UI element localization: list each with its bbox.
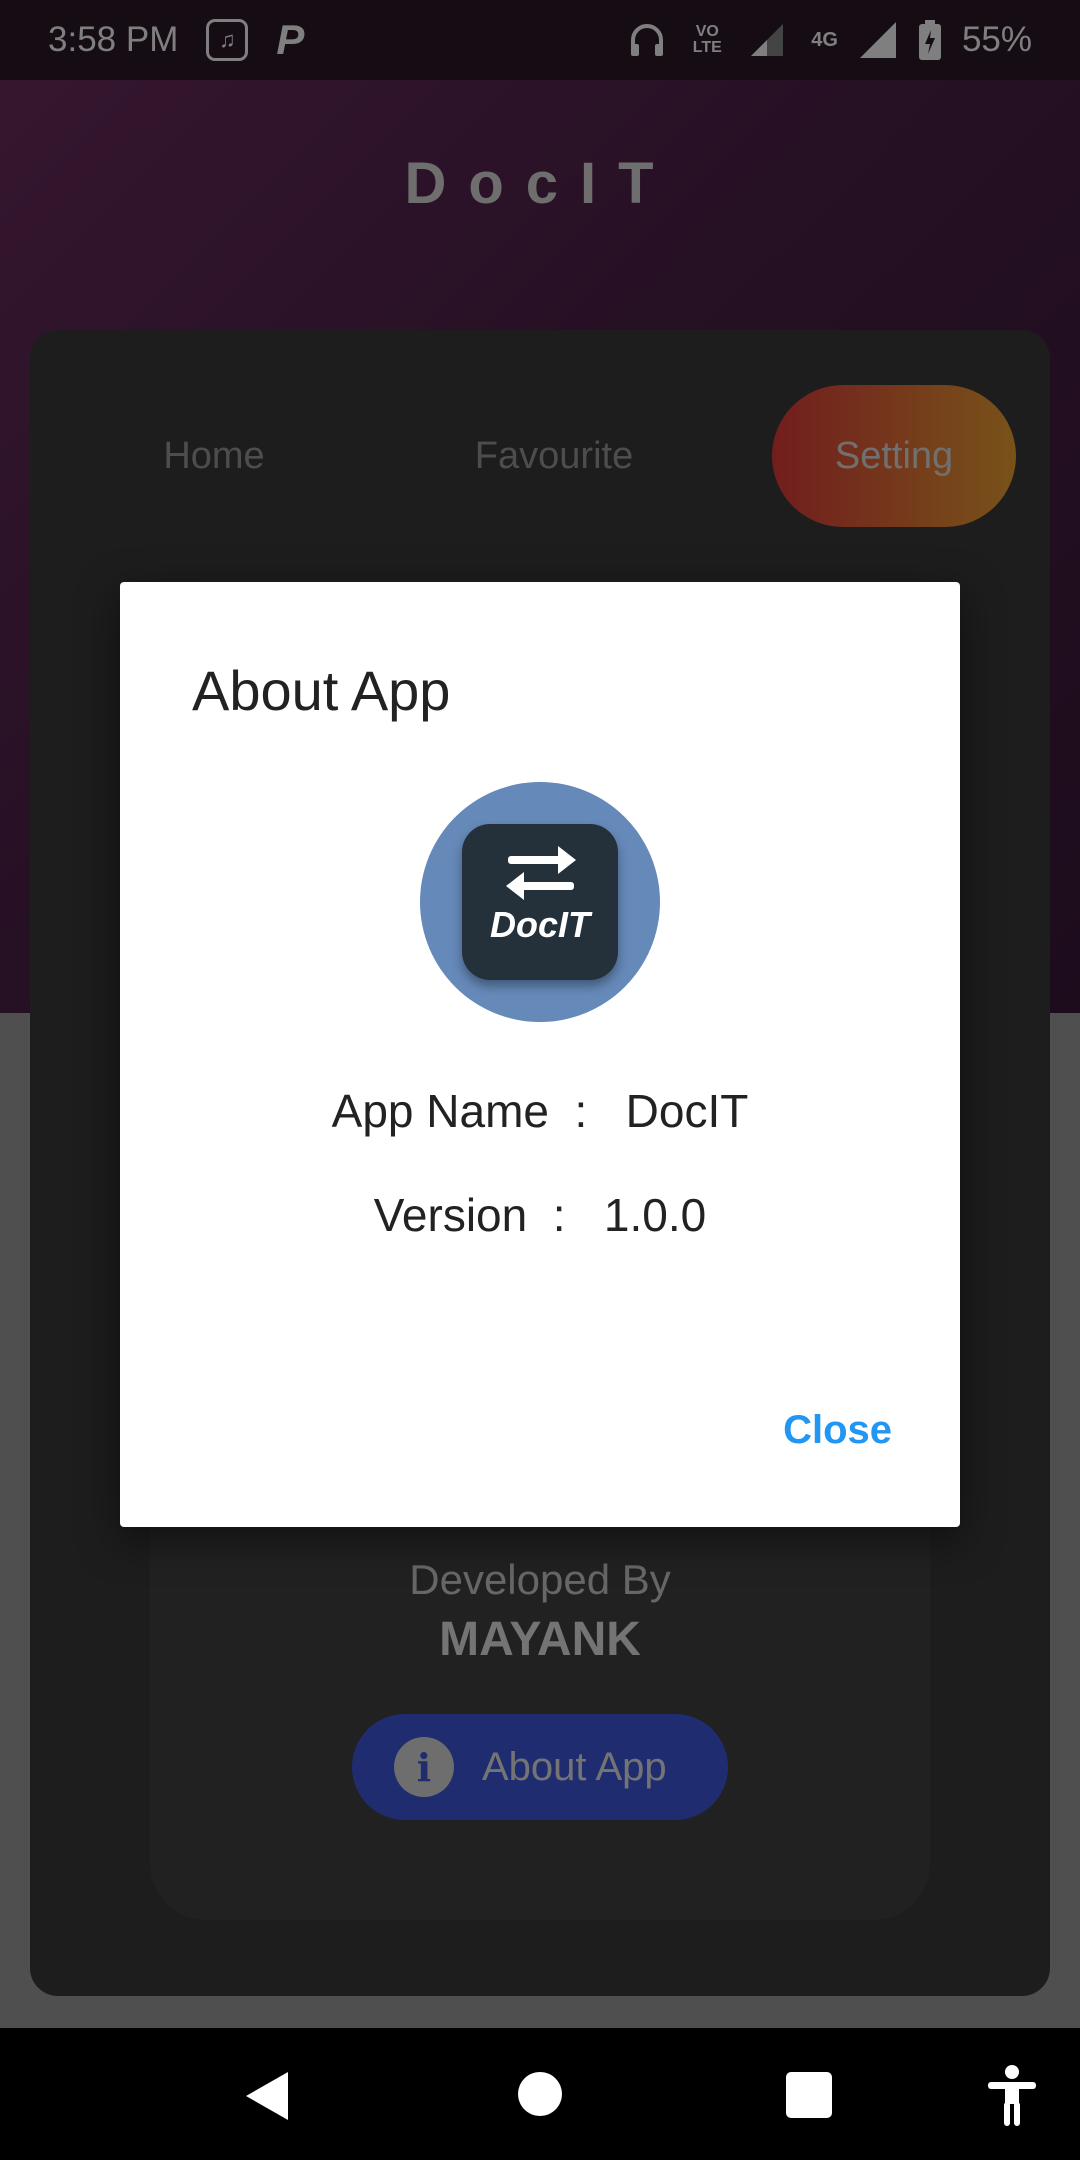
about-dialog: About App DocIT App Name : DocIT Version… [120, 582, 960, 1527]
swap-arrows-icon [506, 846, 576, 900]
recents-icon[interactable] [786, 2072, 832, 2118]
app-name-line: App Name : DocIT [331, 1085, 749, 1137]
back-icon[interactable] [246, 2072, 288, 2120]
app-logo-tile: DocIT [462, 824, 618, 980]
navigation-bar [0, 2028, 1080, 2160]
app-logo: DocIT [420, 782, 660, 1022]
dialog-title: About App [192, 659, 451, 722]
close-button[interactable]: Close [783, 1408, 892, 1453]
version-line: Version : 1.0.0 [373, 1189, 707, 1241]
accessibility-icon[interactable] [986, 2064, 1038, 2126]
home-icon[interactable] [518, 2072, 562, 2116]
app-logo-text: DocIT [489, 904, 590, 945]
